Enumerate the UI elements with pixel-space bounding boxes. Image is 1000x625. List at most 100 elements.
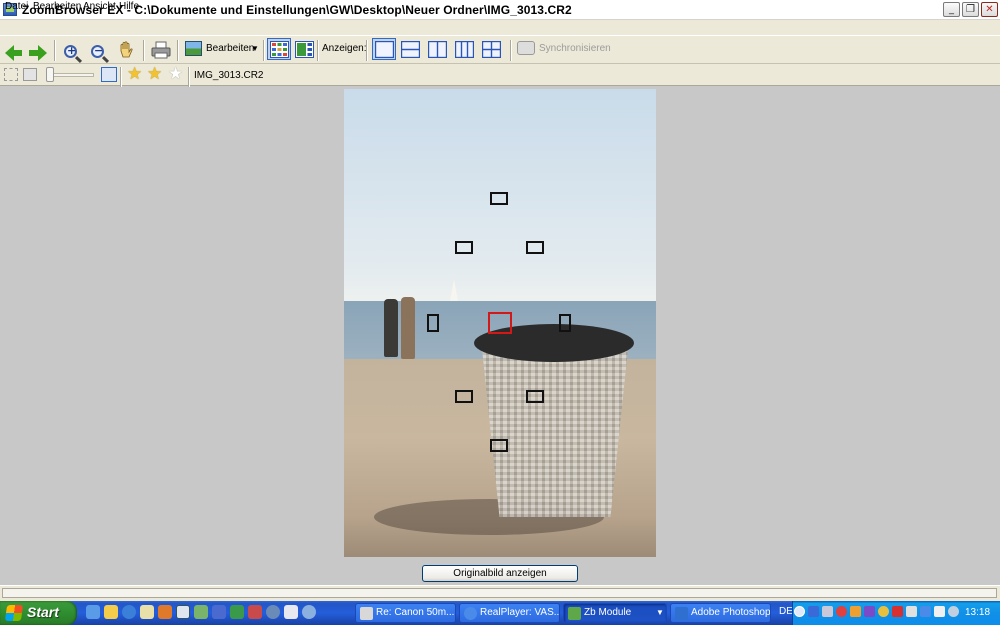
layout-single-button[interactable] (372, 38, 396, 60)
af-point (526, 390, 544, 403)
toolbar-separator (510, 40, 512, 61)
layout-three-columns-button[interactable] (452, 38, 476, 60)
clock[interactable]: 13:18 (965, 607, 990, 618)
printer-icon (151, 41, 171, 59)
taskbar-item[interactable]: Adobe Photoshop (670, 603, 771, 623)
layout-single-icon (375, 41, 394, 58)
zoom-slider-thumb[interactable] (46, 67, 54, 82)
desktop-icon[interactable] (86, 605, 100, 619)
taskbar-item[interactable]: RealPlayer: VAS... (459, 603, 560, 623)
back-button[interactable] (2, 39, 24, 61)
af-point (559, 314, 571, 332)
layout-three-columns-icon (455, 41, 474, 58)
ati-icon[interactable] (892, 606, 903, 617)
toolbar-separator (54, 40, 56, 61)
toolbar-separator (143, 40, 145, 61)
windows-logo-icon (4, 605, 24, 621)
thumbnail-grid-icon (270, 41, 289, 58)
clock-tray-icon[interactable] (948, 606, 959, 617)
internet-explorer-icon[interactable] (122, 605, 136, 619)
chevron-left-icon[interactable] (794, 606, 805, 617)
layout-vertical-split-button[interactable] (425, 38, 449, 60)
language-indicator[interactable]: DE (779, 606, 793, 617)
display-label: Anzeigen: (322, 43, 367, 54)
taskbar-item[interactable]: Re: Canon 50m... (355, 603, 456, 623)
zoom-in-button[interactable]: + (61, 39, 83, 64)
menu-datei[interactable]: Datei (5, 1, 28, 12)
folder-icon[interactable] (104, 605, 118, 619)
app-tray-icon[interactable] (864, 606, 875, 617)
restore-button[interactable]: ❐ (962, 2, 979, 17)
start-label: Start (27, 604, 59, 620)
edit-dropdown-label: Bearbeiten (206, 43, 255, 54)
layout-horizontal-split-button[interactable] (398, 38, 422, 60)
pan-hand-button[interactable] (115, 39, 137, 61)
thumbnail-view-button[interactable] (267, 38, 291, 60)
shield-icon[interactable] (850, 606, 861, 617)
status-panel (2, 588, 997, 598)
monitor-tray-icon[interactable] (822, 606, 833, 617)
p-app-icon[interactable] (230, 605, 244, 619)
af-point (526, 241, 544, 254)
player-icon[interactable] (266, 605, 280, 619)
window-icon[interactable] (176, 605, 190, 619)
toolbar-separator (177, 40, 179, 61)
antivirus-icon[interactable] (836, 606, 847, 617)
zoom-out-button[interactable]: − (88, 39, 110, 64)
taskbar-item-active[interactable]: Zb Module ▼ (563, 603, 667, 623)
bluetooth-icon[interactable] (920, 606, 931, 617)
af-point (490, 439, 508, 452)
menu-hilfe[interactable]: Hilfe (119, 1, 139, 12)
close-button[interactable]: ✕ (981, 2, 998, 17)
rating-star-1[interactable]: ★ (127, 65, 142, 83)
layout-horizontal-split-icon (401, 41, 420, 58)
chevron-down-icon: ▼ (656, 608, 664, 617)
monitor-icon[interactable] (212, 605, 226, 619)
taskbar-item-label: Zb Module (584, 607, 632, 618)
rating-star-2[interactable]: ★ (147, 65, 162, 83)
edit-image-icon (185, 41, 202, 56)
af-point (455, 390, 473, 403)
preview-view-button[interactable] (292, 38, 316, 60)
file-name: IMG_3013.CR2 (194, 70, 264, 81)
menu-ansicht[interactable]: Ansicht (83, 1, 116, 12)
network-icon[interactable] (808, 606, 819, 617)
fit-to-window-icon[interactable] (4, 68, 18, 81)
af-point-active (488, 312, 512, 334)
toolbar-separator (317, 40, 319, 61)
photoshop-icon (675, 607, 688, 620)
print-button[interactable] (150, 39, 172, 61)
forward-button[interactable] (27, 39, 49, 61)
layout-four-pane-button[interactable] (479, 38, 503, 60)
actual-size-icon[interactable] (23, 68, 37, 81)
af-point (490, 192, 508, 205)
toolbar-separator (120, 67, 122, 88)
layout-vertical-split-icon (428, 41, 447, 58)
show-original-button[interactable]: Originalbild anzeigen (422, 565, 578, 582)
sync-button-label[interactable]: Synchronisieren (539, 43, 611, 54)
mail-icon (360, 607, 373, 620)
minimize-button[interactable]: _ (943, 2, 960, 17)
photo-person (401, 297, 415, 359)
firefox-icon[interactable] (158, 605, 172, 619)
document-icon[interactable] (284, 605, 298, 619)
forward-arrow-icon (38, 45, 47, 61)
photo-basket-texture (482, 349, 628, 517)
preview-layout-icon (295, 41, 314, 58)
media-icon[interactable] (248, 605, 262, 619)
chevron-down-icon: ▼ (251, 44, 259, 53)
globe-icon[interactable] (302, 605, 316, 619)
rating-star-3[interactable]: ★ (168, 65, 183, 83)
af-point (427, 314, 439, 332)
menu-bearbeiten[interactable]: Bearbeiten (33, 1, 81, 12)
sync-icon (517, 41, 535, 55)
volume-icon[interactable] (934, 606, 945, 617)
edit-icon[interactable] (140, 605, 154, 619)
taskbar-item-label: Re: Canon 50m... (376, 607, 455, 618)
java-icon[interactable] (878, 606, 889, 617)
display-tray-icon[interactable] (906, 606, 917, 617)
taskbar-item-label: Adobe Photoshop (691, 607, 771, 618)
realplayer-icon (464, 607, 477, 620)
photo-app-icon[interactable] (194, 605, 208, 619)
zoom-box-icon[interactable] (101, 67, 117, 82)
